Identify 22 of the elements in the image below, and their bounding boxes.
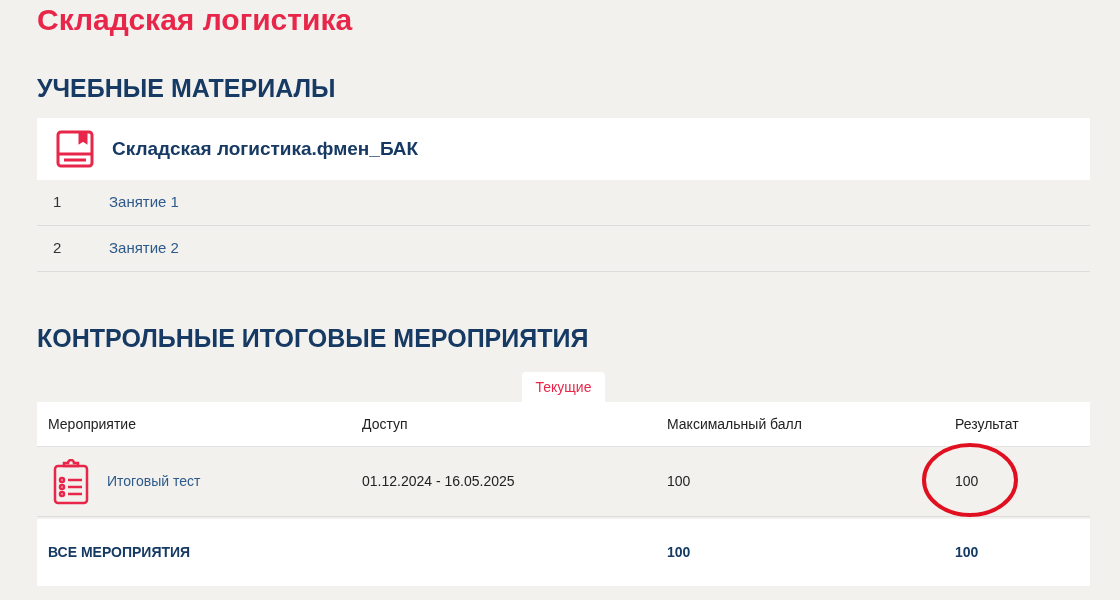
lesson-number: 1 [53,192,63,213]
total-result: 100 [955,543,980,562]
column-header: Максимальный балл [667,414,803,434]
lesson-number: 2 [53,238,63,259]
lesson-link[interactable]: Занятие 2 [109,237,179,260]
event-link[interactable]: Итоговый тест [107,471,201,492]
page-title: Складская логистика [37,2,354,38]
clipboard-icon [53,458,89,505]
total-label: ВСЕ МЕРОПРИЯТИЯ [48,543,192,562]
book-icon [56,130,94,168]
access-dates: 01.12.2024 - 16.05.2025 [362,472,516,491]
column-header: Мероприятие [48,414,137,434]
section-heading: УЧЕБНЫЕ МАТЕРИАЛЫ [37,73,337,104]
course-title[interactable]: Складская логистика.фмен_БАК [112,134,419,164]
column-header: Доступ [362,414,409,434]
total-max-score: 100 [667,543,692,562]
result-score: 100 [955,473,979,489]
column-header: Результат [955,414,1020,434]
tab[interactable]: Текущие [521,372,606,402]
section-heading: КОНТРОЛЬНЫЕ ИТОГОВЫЕ МЕРОПРИЯТИЯ [37,323,590,354]
max-score: 100 [667,472,692,491]
lesson-link[interactable]: Занятие 1 [109,191,179,214]
